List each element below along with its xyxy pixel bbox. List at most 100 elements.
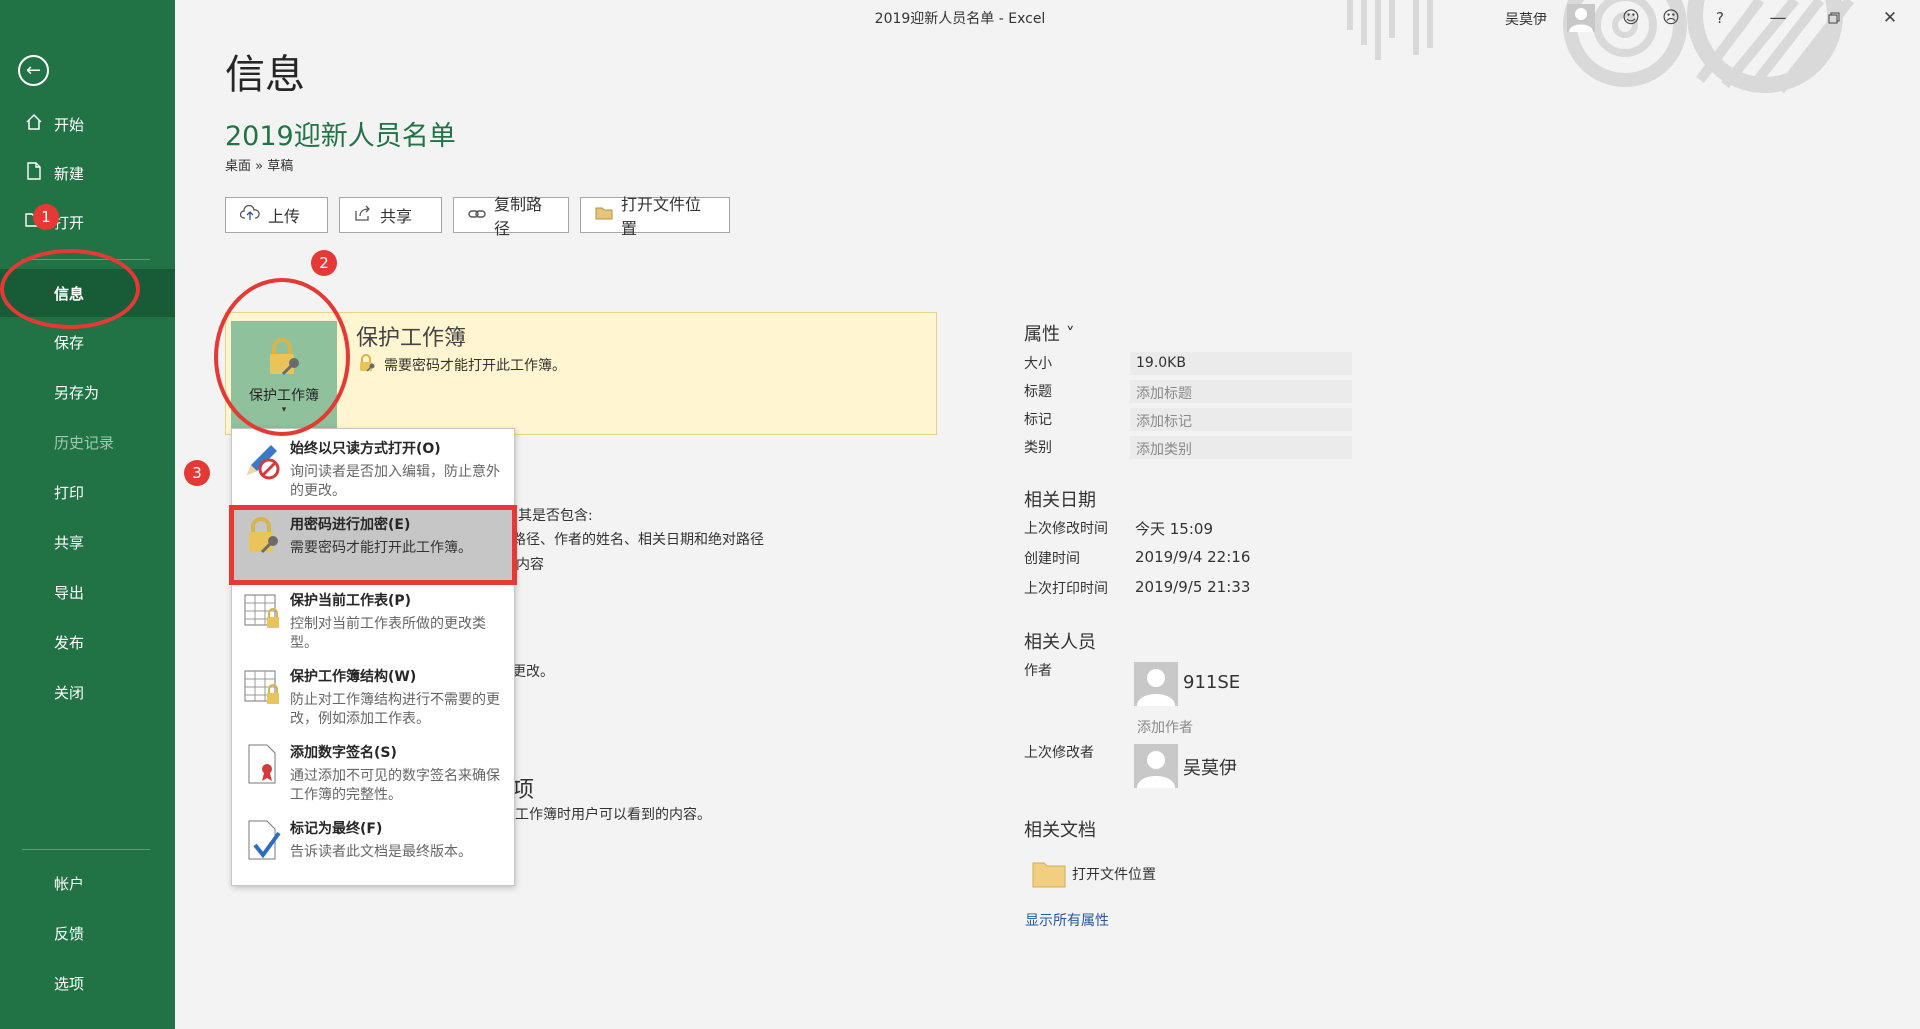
sidebar-item-label: 保存 [54,333,85,352]
sidebar-item-export[interactable]: 导出 [0,568,175,616]
frown-feedback-icon[interactable]: ☹ [1657,4,1685,32]
show-all-properties-link[interactable]: 显示所有属性 [1025,910,1109,930]
sidebar-item-close[interactable]: 关闭 [0,668,175,716]
sidebar-item-home[interactable]: 开始 [0,100,175,148]
sidebar-item-open[interactable]: 打开 [0,198,175,246]
minimize-icon[interactable]: — [1764,4,1792,32]
property-label: 标题 [1024,384,1052,400]
date-label: 上次修改时间 [1024,521,1108,537]
menu-item-mark-as-final[interactable]: 标记为最终(F) 告诉读者此文档是最终版本。 [233,813,513,887]
property-size-value: 19.0KB [1130,352,1352,375]
smile-feedback-icon[interactable]: ☺ [1617,4,1645,32]
upload-button[interactable]: 上传 [225,197,328,233]
author-label: 作者 [1024,663,1052,679]
last-printed-value: 2019/9/5 21:33 [1135,578,1251,596]
annotation-badge: 3 [184,460,210,486]
annotation-highlight-box [229,505,517,585]
annotation-circle [0,249,140,329]
user-avatar[interactable] [1567,4,1595,32]
cloud-upload-icon [239,204,260,225]
menu-item-protect-current-sheet[interactable]: 保护当前工作表(P) 控制对当前工作表所做的更改类型。 [233,585,513,659]
sidebar-item-label: 导出 [54,583,85,602]
sidebar-item-history[interactable]: 历史记录 [0,418,175,466]
date-label: 创建时间 [1024,551,1080,567]
sidebar-item-new[interactable]: 新建 [0,149,175,197]
lock-key-small-icon [358,354,376,376]
sidebar-item-publish[interactable]: 发布 [0,618,175,666]
share-button[interactable]: 共享 [339,197,442,233]
section-heading-fragment: 项 [512,778,535,803]
sidebar-item-label: 反馈 [54,924,85,943]
page-title: 信息 [225,52,305,98]
share-icon [354,205,372,225]
sidebar-item-print[interactable]: 打印 [0,468,175,516]
last-modified-by-name[interactable]: 吴莫伊 [1183,754,1237,780]
sidebar-item-label: 共享 [54,533,85,552]
sidebar-item-feedback[interactable]: 反馈 [0,909,175,957]
upload-button-label: 上传 [268,207,301,226]
browser-view-text: 工作簿时用户可以看到的内容。 [515,807,711,823]
menu-item-description: 控制对当前工作表所做的更改类型。 [290,616,486,651]
menu-item-always-open-read-only[interactable]: 始终以只读方式打开(O) 询问读者是否加入编辑，防止意外的更改。 [233,433,513,507]
annotation-badge: 2 [311,250,337,276]
sidebar-item-account[interactable]: 帐户 [0,859,175,907]
menu-item-title: 保护工作簿结构(W) [290,669,417,685]
back-arrow-icon[interactable]: ← [18,55,49,86]
properties-heading[interactable]: 属性 ˅ [1024,320,1075,346]
menu-item-title: 始终以只读方式打开(O) [290,441,441,457]
open-file-location-button[interactable]: 打开文件位置 [580,195,730,238]
menu-item-description: 询问读者是否加入编辑，防止意外的更改。 [290,464,500,499]
open-file-location-label: 打开文件位置 [621,195,702,238]
link-icon [468,206,486,224]
author-name[interactable]: 911SE [1183,672,1240,693]
restore-icon[interactable] [1820,4,1848,32]
sidebar-item-label: 发布 [54,633,85,652]
sidebar-item-share[interactable]: 共享 [0,518,175,566]
share-button-label: 共享 [380,207,413,226]
last-modified-by-label: 上次修改者 [1024,745,1094,761]
property-label: 大小 [1024,356,1052,372]
menu-item-title: 标记为最终(F) [290,821,383,837]
property-title-field[interactable]: 添加标题 [1130,380,1352,403]
inspect-workbook-text: 意其是否包含: [504,508,593,524]
sidebar-item-options[interactable]: 选项 [0,959,175,1007]
inspect-workbook-text: 路径、作者的姓名、相关日期和绝对路径 [512,532,764,548]
protect-workbook-status: 需要密码才能打开此工作簿。 [358,354,566,376]
copy-path-button[interactable]: 复制路径 [453,195,569,238]
annotation-badge: 1 [33,204,59,230]
close-icon[interactable]: ✕ [1876,4,1904,32]
sidebar-divider [22,849,150,850]
sidebar-item-save-as[interactable]: 另存为 [0,368,175,416]
property-tags-field[interactable]: 添加标记 [1130,408,1352,431]
property-label: 标记 [1024,412,1052,428]
new-file-icon [22,161,46,185]
menu-item-protect-workbook-structure[interactable]: 保护工作簿结构(W) 防止对工作簿结构进行不需要的更改，例如添加工作表。 [233,661,513,735]
created-value: 2019/9/4 22:16 [1135,548,1251,566]
help-icon[interactable]: ? [1706,4,1734,32]
sidebar-item-label: 打印 [54,483,85,502]
pencil-no-entry-icon [243,439,283,483]
open-file-location-link[interactable]: 打开文件位置 [1072,864,1156,884]
inspect-workbook-text: 内容 [516,557,544,573]
protect-workbook-description: 需要密码才能打开此工作簿。 [384,358,566,374]
add-author-link[interactable]: 添加作者 [1137,717,1193,737]
home-icon [22,113,46,136]
last-modified-by-avatar [1134,744,1178,788]
versions-text: 更改。 [512,664,554,680]
backstage-sidebar: ← 开始 新建 打开 信息 保存 另存为 历史记录 打印 共享 导出 发布 关闭… [0,0,175,1029]
menu-item-add-digital-signature[interactable]: 添加数字签名(S) 通过添加不可见的数字签名来确保工作簿的完整性。 [233,737,513,811]
sidebar-item-label: 开始 [54,115,85,134]
folder-icon [595,206,613,224]
menu-item-description: 防止对工作簿结构进行不需要的更改，例如添加工作表。 [290,692,500,727]
account-user-name[interactable]: 吴莫伊 [1505,9,1547,29]
property-category-field[interactable]: 添加类别 [1130,436,1352,459]
annotation-circle [214,278,350,436]
folder-icon [1032,862,1066,888]
related-people-heading: 相关人员 [1024,632,1096,653]
menu-item-title: 保护当前工作表(P) [290,593,412,609]
property-label: 类别 [1024,440,1052,456]
copy-path-button-label: 复制路径 [494,195,543,238]
protect-workbook-heading: 保护工作簿 [356,326,467,351]
document-check-icon [243,819,283,863]
author-avatar [1134,662,1178,706]
